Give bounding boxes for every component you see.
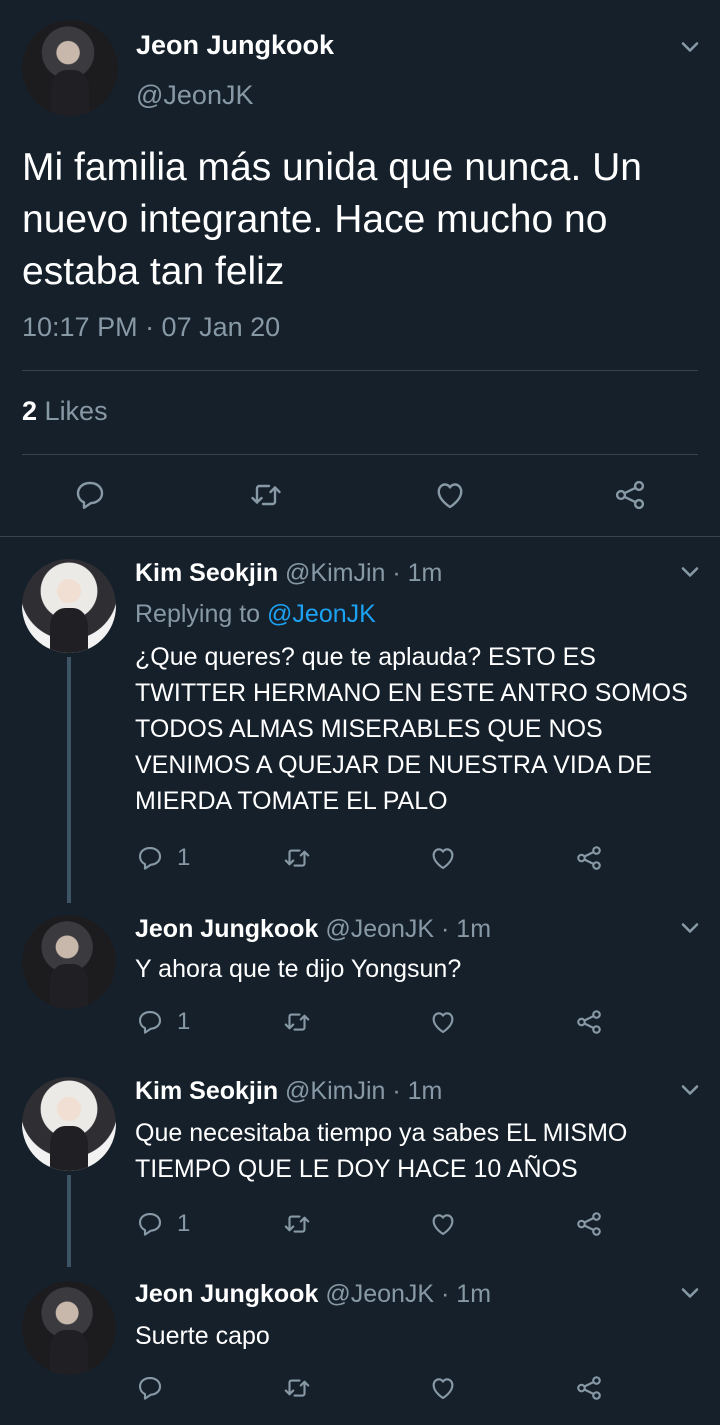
- retweet-button[interactable]: [282, 1007, 312, 1037]
- retweet-icon: [284, 1379, 310, 1397]
- thread-line: [67, 1175, 71, 1267]
- reply-button[interactable]: [135, 1373, 177, 1403]
- retweet-button[interactable]: [282, 1209, 312, 1239]
- reply-header: Jeon Jungkook @JeonJK · 1m: [135, 1280, 491, 1309]
- share-button[interactable]: [612, 477, 648, 513]
- avatar[interactable]: [22, 20, 118, 116]
- like-icon: [432, 848, 454, 870]
- chevron-down-icon[interactable]: [676, 1076, 704, 1104]
- like-button[interactable]: [428, 1373, 458, 1403]
- reply-tweet[interactable]: Jeon Jungkook @JeonJK · 1m Y ahora que t…: [0, 897, 720, 1057]
- retweet-button[interactable]: [282, 1373, 312, 1403]
- like-button[interactable]: [428, 1007, 458, 1037]
- reply-header: Jeon Jungkook @JeonJK · 1m: [135, 915, 491, 944]
- share-icon: [577, 1376, 601, 1400]
- mention-link[interactable]: @JeonJK: [267, 600, 376, 628]
- chevron-down-icon[interactable]: [676, 33, 704, 61]
- retweet-button[interactable]: [282, 843, 312, 873]
- avatar[interactable]: [22, 559, 116, 653]
- author-handle-time[interactable]: @JeonJK · 1m: [318, 1280, 491, 1308]
- like-icon: [432, 1214, 454, 1236]
- chevron-down-icon[interactable]: [676, 1279, 704, 1307]
- avatar[interactable]: [22, 1281, 116, 1375]
- reply-icon: [138, 1376, 162, 1400]
- author-handle[interactable]: @JeonJK: [136, 80, 253, 111]
- tweet-timestamp[interactable]: 10:17 PM · 07 Jan 20: [22, 312, 280, 343]
- like-icon: [432, 1012, 454, 1034]
- chevron-down-icon[interactable]: [676, 558, 704, 586]
- author-handle-time[interactable]: @KimJin · 1m: [278, 1077, 442, 1105]
- reply-text: Y ahora que te dijo Yongsun?: [135, 955, 462, 983]
- likes-number: 2: [22, 396, 38, 426]
- share-button[interactable]: [574, 1373, 604, 1403]
- reply-text: ¿Que queres? que te aplauda? ESTO ES TWI…: [135, 643, 688, 815]
- share-icon: [577, 1010, 601, 1034]
- author-name[interactable]: Kim Seokjin: [135, 1077, 278, 1105]
- chevron-down-icon[interactable]: [676, 914, 704, 942]
- reply-icon: [138, 1212, 162, 1236]
- share-button[interactable]: [574, 1209, 604, 1239]
- author-name[interactable]: Kim Seokjin: [135, 559, 278, 587]
- reply-button[interactable]: [72, 477, 108, 513]
- reply-count: 1: [177, 844, 191, 871]
- reply-button[interactable]: 1: [135, 843, 190, 873]
- author-name[interactable]: Jeon Jungkook: [135, 1280, 318, 1308]
- reply-icon: [138, 846, 162, 870]
- author-handle-time[interactable]: @JeonJK · 1m: [318, 915, 491, 943]
- likes-label: Likes: [44, 396, 108, 426]
- avatar[interactable]: [22, 915, 116, 1009]
- divider: [22, 370, 698, 371]
- retweet-icon: [284, 849, 310, 867]
- author-name[interactable]: Jeon Jungkook: [135, 915, 318, 943]
- reply-button[interactable]: 1: [135, 1209, 190, 1239]
- tweet-text: Mi familia más unida que nunca. Un nuevo…: [22, 146, 642, 293]
- reply-count: 1: [177, 1008, 191, 1035]
- retweet-icon: [284, 1013, 310, 1031]
- retweet-button[interactable]: [248, 477, 284, 513]
- like-button[interactable]: [428, 843, 458, 873]
- reply-icon: [138, 1010, 162, 1034]
- thread-line: [67, 657, 71, 903]
- like-icon: [432, 1378, 454, 1400]
- replying-prefix: Replying to: [135, 600, 268, 628]
- retweet-icon: [284, 1215, 310, 1233]
- reply-icon: [76, 481, 104, 509]
- reply-count: 1: [177, 1210, 191, 1237]
- reply-text: Que necesitaba tiempo ya sabes EL MISMO …: [135, 1119, 628, 1183]
- author-handle-time[interactable]: @KimJin · 1m: [278, 559, 442, 587]
- likes-count[interactable]: 2 Likes: [22, 396, 108, 427]
- reply-tweet[interactable]: Kim Seokjin @KimJin · 1m Replying to @Je…: [0, 537, 720, 903]
- author-name[interactable]: Jeon Jungkook: [136, 30, 334, 61]
- share-icon: [615, 480, 645, 510]
- divider: [22, 454, 698, 455]
- retweet-icon: [251, 484, 281, 506]
- reply-text: Suerte capo: [135, 1322, 270, 1350]
- share-button[interactable]: [574, 1007, 604, 1037]
- reply-button[interactable]: 1: [135, 1007, 190, 1037]
- like-icon: [437, 483, 463, 509]
- share-icon: [577, 846, 601, 870]
- main-tweet: Jeon Jungkook @JeonJK Mi familia más uni…: [0, 0, 720, 536]
- replying-to: Replying to @JeonJK: [135, 600, 376, 629]
- share-button[interactable]: [574, 843, 604, 873]
- avatar[interactable]: [22, 1077, 116, 1171]
- like-button[interactable]: [428, 1209, 458, 1239]
- reply-header: Kim Seokjin @KimJin · 1m: [135, 559, 442, 588]
- reply-tweet[interactable]: Kim Seokjin @KimJin · 1m Que necesitaba …: [0, 1057, 720, 1267]
- reply-tweet[interactable]: Jeon Jungkook @JeonJK · 1m Suerte capo: [0, 1267, 720, 1425]
- share-icon: [577, 1212, 601, 1236]
- like-button[interactable]: [432, 477, 468, 513]
- reply-header: Kim Seokjin @KimJin · 1m: [135, 1077, 442, 1106]
